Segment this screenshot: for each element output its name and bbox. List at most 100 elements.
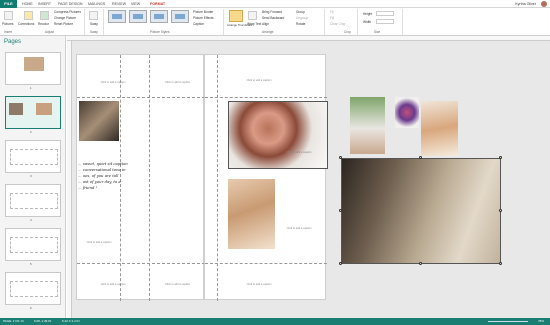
dress-photo[interactable] [421, 101, 458, 156]
resize-handle[interactable] [339, 156, 342, 159]
wrap-text-icon[interactable] [248, 11, 257, 20]
cake-photo[interactable] [228, 101, 328, 169]
send-backward-button[interactable]: Send Backward [262, 16, 284, 20]
right-page[interactable]: Click to add a caption Click to add a ca… [204, 54, 328, 301]
resize-handle[interactable] [419, 262, 422, 265]
tab-review[interactable]: REVIEW [112, 0, 126, 8]
page-number: 4 [30, 218, 32, 222]
group-size: Size [374, 30, 381, 34]
picture-border-button[interactable]: Picture Border [193, 10, 213, 14]
page-number: 6 [30, 306, 32, 310]
group-crop: Crop [344, 30, 351, 34]
page-thumbnail-1[interactable] [5, 52, 61, 85]
guide-line [77, 263, 205, 264]
resize-handle[interactable] [419, 156, 422, 159]
caption-button[interactable]: Caption [193, 22, 204, 26]
corrections-button[interactable]: Corrections [18, 22, 34, 26]
tab-home[interactable]: HOME [22, 0, 33, 8]
zoom-level[interactable]: 78% [538, 318, 544, 325]
tab-view[interactable]: VIEW [131, 0, 140, 8]
fit-button[interactable]: Fit [330, 10, 334, 14]
page-indicator[interactable]: PAGE: 2 OF 13 [3, 318, 24, 325]
workspace-canvas[interactable]: ... sweet, quiet sit caption ... convers… [67, 36, 550, 318]
file-tab[interactable]: FILE [0, 0, 17, 8]
resize-handle[interactable] [339, 209, 342, 212]
picture-style-3[interactable] [150, 10, 168, 23]
pictures-icon[interactable] [4, 11, 13, 20]
bring-forward-button[interactable]: Bring Forward [262, 10, 282, 14]
group-swap: Swap [90, 30, 98, 34]
swap-button[interactable]: Swap [90, 22, 98, 26]
rotate-button[interactable]: Rotate [296, 22, 305, 26]
width-input[interactable] [376, 19, 394, 24]
compress-pictures-button[interactable]: Compress Pictures [54, 10, 81, 14]
swap-icon[interactable] [89, 11, 98, 20]
fill-button[interactable]: Fill [330, 16, 334, 20]
align-button[interactable]: Align [262, 22, 269, 26]
resize-handle[interactable] [499, 262, 502, 265]
zoom-slider[interactable] [488, 321, 528, 322]
thumbnail-frame [10, 237, 58, 253]
picture-style-1[interactable] [108, 10, 126, 23]
page-thumbnail-3[interactable] [5, 140, 61, 173]
ribbon-separator [103, 9, 104, 35]
height-input[interactable] [376, 11, 394, 16]
thumbnail-photo [9, 103, 23, 115]
wrap-text-button[interactable]: Wrap Text [247, 22, 261, 26]
caption-placeholder[interactable]: Click to add a caption [83, 81, 143, 84]
group-arrange: Arrange [262, 30, 274, 34]
page-thumbnail-2[interactable] [5, 96, 61, 129]
group-button[interactable]: Group [296, 10, 305, 14]
caption-placeholder[interactable]: Click to add a caption [83, 283, 143, 286]
user-name[interactable]: Kyrtha Oliver [515, 0, 536, 8]
caption-placeholder[interactable]: Click to add a caption [81, 241, 117, 244]
ribbon-tabs: FILE HOME INSERT PAGE DESIGN MAILINGS RE… [0, 0, 550, 8]
arrange-thumbnails-icon[interactable] [229, 10, 243, 22]
selected-glasses-photo[interactable] [341, 158, 501, 264]
tab-page-design[interactable]: PAGE DESIGN [58, 0, 83, 8]
picture-style-2[interactable] [129, 10, 147, 23]
ribbon-separator [84, 9, 85, 35]
resize-handle[interactable] [499, 209, 502, 212]
caption-placeholder[interactable]: Click to add a caption [229, 79, 289, 82]
vertical-ruler[interactable] [67, 41, 72, 318]
caption-placeholder[interactable]: Click to add a caption [229, 283, 289, 286]
tab-mailings[interactable]: MAILINGS [88, 0, 105, 8]
reset-picture-button[interactable]: Reset Picture [54, 22, 73, 26]
caption-placeholder[interactable]: Click to add a caption [279, 151, 319, 154]
tab-format[interactable]: FORMAT [150, 0, 165, 8]
page-thumbnail-4[interactable] [5, 184, 61, 217]
picture-effects-button[interactable]: Picture Effects [193, 16, 214, 20]
rings-photo[interactable] [228, 179, 275, 249]
corrections-icon[interactable] [24, 11, 33, 20]
recolor-icon[interactable] [40, 11, 49, 20]
left-page[interactable]: ... sweet, quiet sit caption ... convers… [76, 54, 205, 301]
recolor-button[interactable]: Recolor [38, 22, 49, 26]
bride-photo[interactable] [350, 97, 385, 154]
pictures-button[interactable]: Pictures [2, 22, 14, 26]
bouquet-photo[interactable] [395, 97, 419, 128]
caption-placeholder[interactable]: Click to add a caption [279, 227, 319, 230]
glasses-photo[interactable] [79, 101, 119, 141]
width-label: Width [363, 20, 372, 24]
tab-insert[interactable]: INSERT [38, 0, 51, 8]
poem-text[interactable]: ... sweet, quiet sit caption ... convers… [78, 161, 128, 191]
caption-placeholder[interactable]: Click to add a caption [155, 283, 200, 286]
clear-crop-button[interactable]: Clear Crop [330, 22, 345, 26]
ungroup-button[interactable]: Ungroup [296, 16, 308, 20]
avatar[interactable] [541, 1, 547, 7]
page-thumbnail-5[interactable] [5, 228, 61, 261]
picture-style-4[interactable] [171, 10, 189, 23]
guide-line [205, 263, 327, 264]
horizontal-ruler[interactable] [67, 36, 550, 41]
position-readout: 6.08, 1.39 IN [34, 319, 52, 323]
thumbnail-frame [10, 193, 58, 209]
page-thumbnail-6[interactable] [5, 272, 61, 305]
page-number: 5 [30, 262, 32, 266]
change-picture-button[interactable]: Change Picture [54, 16, 76, 20]
resize-handle[interactable] [339, 262, 342, 265]
caption-placeholder[interactable]: Click to add a caption [155, 81, 200, 84]
guide-line [217, 55, 218, 301]
ribbon: Pictures Corrections Recolor Compress Pi… [0, 8, 550, 36]
resize-handle[interactable] [499, 156, 502, 159]
